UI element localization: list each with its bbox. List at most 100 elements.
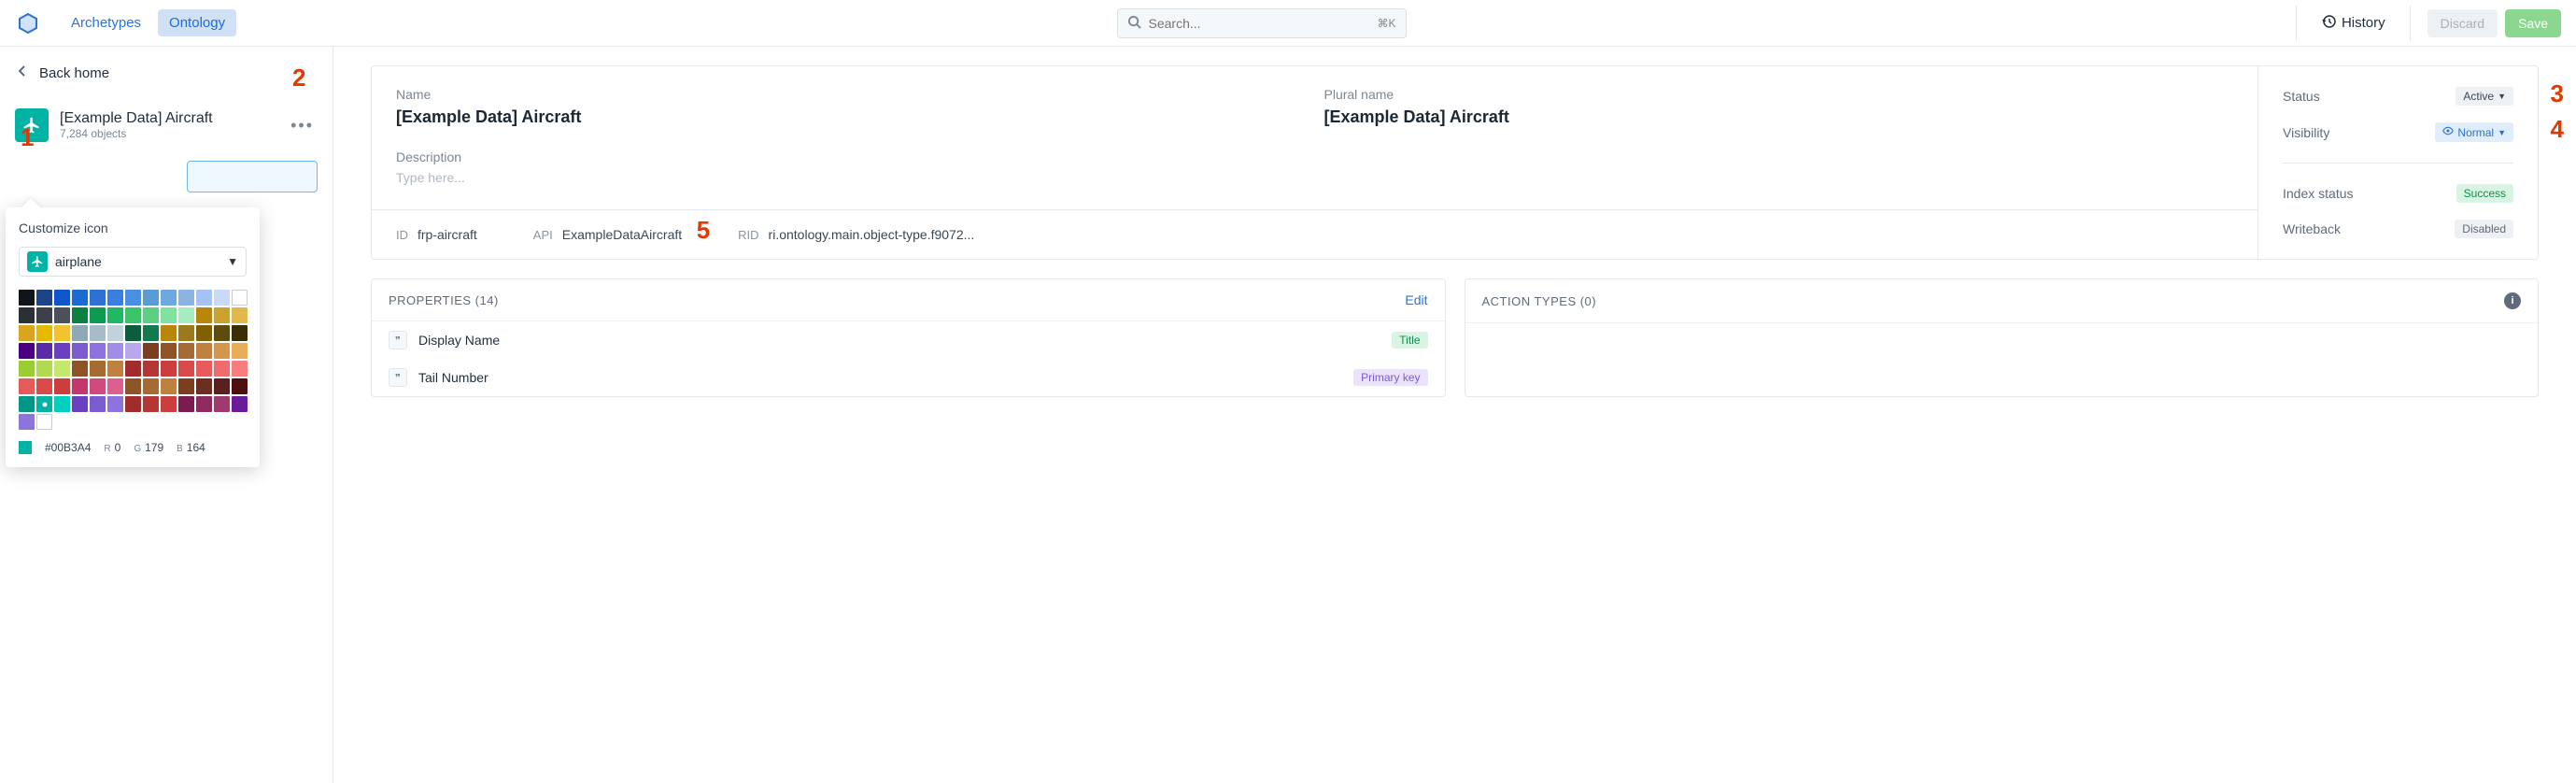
color-swatch[interactable] — [214, 290, 230, 306]
property-row[interactable]: ❞ Display Name Title — [372, 321, 1445, 359]
color-swatch[interactable] — [178, 325, 194, 341]
color-swatch[interactable] — [178, 290, 194, 306]
color-swatch[interactable] — [107, 361, 123, 377]
tab-ontology[interactable]: Ontology — [158, 9, 236, 36]
color-swatch[interactable] — [178, 396, 194, 412]
color-swatch[interactable] — [90, 325, 106, 341]
color-swatch[interactable] — [19, 396, 35, 412]
color-swatch[interactable] — [125, 325, 141, 341]
color-swatch[interactable] — [196, 325, 212, 341]
color-swatch[interactable] — [214, 361, 230, 377]
color-swatch[interactable] — [214, 343, 230, 359]
color-swatch[interactable] — [143, 396, 159, 412]
color-swatch[interactable] — [143, 325, 159, 341]
color-swatch[interactable] — [178, 378, 194, 394]
color-swatch[interactable] — [107, 325, 123, 341]
color-swatch[interactable] — [196, 307, 212, 323]
color-swatch[interactable] — [161, 307, 177, 323]
color-swatch[interactable] — [232, 325, 248, 341]
color-swatch[interactable] — [143, 361, 159, 377]
color-swatch[interactable] — [90, 378, 106, 394]
color-swatch[interactable] — [90, 361, 106, 377]
color-swatch[interactable] — [72, 361, 88, 377]
color-swatch[interactable] — [214, 378, 230, 394]
color-swatch[interactable] — [196, 378, 212, 394]
color-swatch[interactable] — [161, 343, 177, 359]
color-swatch[interactable] — [196, 290, 212, 306]
color-swatch[interactable] — [232, 361, 248, 377]
color-swatch[interactable] — [72, 325, 88, 341]
color-swatch[interactable] — [125, 307, 141, 323]
color-swatch[interactable] — [125, 343, 141, 359]
color-swatch[interactable] — [72, 378, 88, 394]
color-swatch[interactable] — [19, 307, 35, 323]
color-swatch[interactable] — [90, 290, 106, 306]
color-swatch[interactable] — [90, 343, 106, 359]
color-swatch[interactable] — [196, 361, 212, 377]
color-swatch[interactable] — [54, 307, 70, 323]
plural-value[interactable]: [Example Data] Aircraft — [1324, 107, 2234, 127]
tab-archetypes[interactable]: Archetypes — [60, 9, 152, 36]
color-swatch[interactable] — [161, 396, 177, 412]
color-swatch[interactable] — [107, 290, 123, 306]
color-swatch[interactable] — [36, 361, 52, 377]
icon-select[interactable]: airplane ▼ — [19, 247, 247, 277]
color-swatch[interactable] — [36, 307, 52, 323]
description-input[interactable]: Type here... — [396, 170, 2233, 185]
color-swatch[interactable] — [232, 290, 248, 306]
color-swatch[interactable] — [19, 361, 35, 377]
color-swatch[interactable] — [232, 343, 248, 359]
color-swatch[interactable] — [232, 378, 248, 394]
color-swatch[interactable] — [214, 325, 230, 341]
color-swatch[interactable] — [161, 290, 177, 306]
color-swatch[interactable] — [19, 325, 35, 341]
color-swatch[interactable] — [72, 290, 88, 306]
color-swatch[interactable] — [72, 396, 88, 412]
color-swatch[interactable] — [107, 343, 123, 359]
color-swatch[interactable] — [36, 343, 52, 359]
color-swatch[interactable] — [36, 325, 52, 341]
color-swatch[interactable] — [143, 290, 159, 306]
properties-edit-link[interactable]: Edit — [1405, 292, 1427, 307]
info-icon[interactable]: i — [2504, 292, 2521, 309]
name-value[interactable]: [Example Data] Aircraft — [396, 107, 1306, 127]
color-swatch[interactable] — [232, 396, 248, 412]
search-input[interactable] — [1149, 16, 1370, 31]
entity-menu-button[interactable]: ••• — [287, 112, 318, 139]
color-swatch[interactable] — [36, 414, 52, 430]
color-swatch[interactable] — [214, 307, 230, 323]
color-swatch[interactable] — [19, 378, 35, 394]
color-swatch[interactable] — [107, 378, 123, 394]
color-swatch[interactable] — [72, 307, 88, 323]
color-swatch[interactable] — [107, 307, 123, 323]
history-button[interactable]: History — [2314, 8, 2393, 38]
color-swatch[interactable] — [19, 290, 35, 306]
discard-button[interactable]: Discard — [2427, 9, 2498, 37]
color-swatch[interactable] — [36, 396, 52, 412]
visibility-dropdown[interactable]: Normal ▼ — [2435, 122, 2513, 142]
color-swatch[interactable] — [125, 290, 141, 306]
property-row[interactable]: ❞ Tail Number Primary key — [372, 359, 1445, 396]
back-home[interactable]: Back home — [0, 47, 333, 99]
color-swatch[interactable] — [196, 343, 212, 359]
color-swatch[interactable] — [54, 325, 70, 341]
color-swatch[interactable] — [107, 396, 123, 412]
color-swatch[interactable] — [125, 361, 141, 377]
color-swatch[interactable] — [214, 396, 230, 412]
color-swatch[interactable] — [143, 343, 159, 359]
color-swatch[interactable] — [90, 307, 106, 323]
color-swatch[interactable] — [54, 378, 70, 394]
color-swatch[interactable] — [161, 378, 177, 394]
color-swatch[interactable] — [54, 290, 70, 306]
color-swatch[interactable] — [54, 343, 70, 359]
color-swatch[interactable] — [161, 325, 177, 341]
color-swatch[interactable] — [36, 378, 52, 394]
color-swatch[interactable] — [125, 378, 141, 394]
color-swatch[interactable] — [178, 343, 194, 359]
color-swatch[interactable] — [54, 396, 70, 412]
search-box[interactable]: ⌘K — [1117, 8, 1407, 38]
status-dropdown[interactable]: Active ▼ — [2456, 87, 2513, 106]
color-swatch[interactable] — [178, 361, 194, 377]
color-swatch[interactable] — [178, 307, 194, 323]
color-swatch[interactable] — [196, 396, 212, 412]
